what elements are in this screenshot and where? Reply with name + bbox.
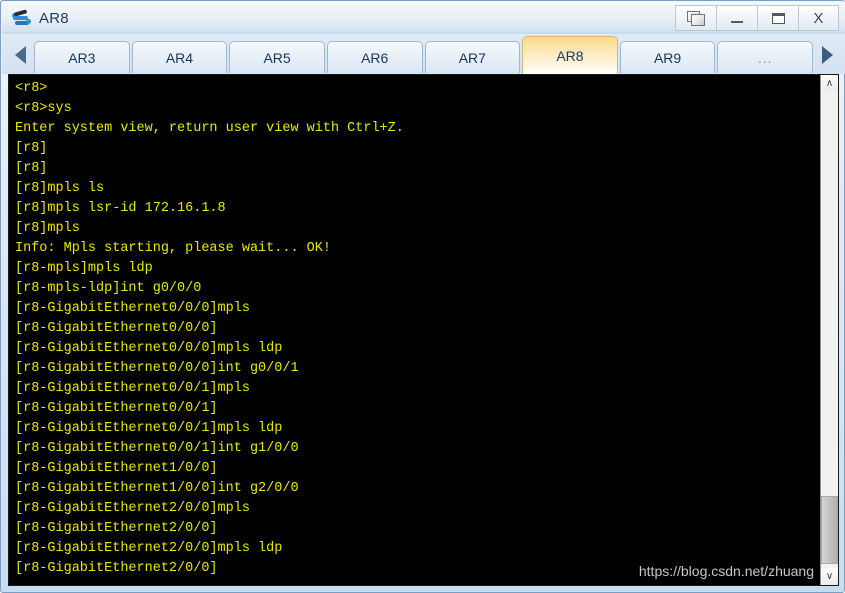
tab-label: AR4 <box>165 49 194 66</box>
terminal-line: Enter system view, return user view with… <box>15 121 404 136</box>
tab-label: AR9 <box>653 49 682 66</box>
vertical-scrollbar[interactable]: ∧ ∨ <box>820 75 838 585</box>
scroll-down-button[interactable]: ∨ <box>821 568 838 585</box>
window-title: AR8 <box>39 9 69 27</box>
terminal-line: [r8-GigabitEthernet2/0/0]mpls ldp <box>15 541 283 556</box>
watermark-text: https://blog.csdn.net/zhuang <box>638 563 814 579</box>
minimize-icon <box>731 20 743 23</box>
tab-ar7[interactable]: AR7 <box>424 41 521 73</box>
triangle-left-icon <box>14 46 26 64</box>
chevron-down-icon: ∨ <box>825 570 834 582</box>
tab-ar5[interactable]: AR5 <box>229 41 325 73</box>
terminal-line: <r8>sys <box>15 101 72 116</box>
terminal-line: [r8]mpls ls <box>15 181 105 196</box>
terminal-line: [r8] <box>15 141 48 156</box>
terminal-line: [r8]mpls <box>15 221 80 236</box>
terminal-line: [r8-GigabitEthernet2/0/0] <box>15 521 218 536</box>
terminal-line: [r8-GigabitEthernet0/0/1] <box>15 401 218 416</box>
tab-list: AR3 AR4 AR5 AR6 AR7 AR8 AR9 ... <box>34 36 813 74</box>
terminal-line: [r8-GigabitEthernet0/0/1]mpls <box>15 381 250 396</box>
cascade-icon <box>686 10 706 26</box>
scroll-up-button[interactable]: ∧ <box>821 75 838 92</box>
scrollbar-thumb[interactable] <box>821 496 838 564</box>
router-icon <box>12 8 32 28</box>
terminal-line: [r8-GigabitEthernet1/0/0]int g2/0/0 <box>15 481 299 496</box>
window-controls: X <box>675 5 839 31</box>
tab-label: AR3 <box>68 49 96 66</box>
terminal-panel: <r8> <r8>sys Enter system view, return use… <box>8 74 839 586</box>
close-button[interactable]: X <box>798 5 839 31</box>
scrollbar-track[interactable] <box>821 92 838 568</box>
tab-ar8[interactable]: AR8 <box>522 36 618 74</box>
tab-bar: AR3 AR4 AR5 AR6 AR7 AR8 AR9 ... <box>2 34 845 74</box>
tab-label: ... <box>757 49 773 66</box>
cascade-windows-button[interactable] <box>675 5 716 31</box>
tab-label: AR7 <box>458 49 486 66</box>
close-icon: X <box>813 9 824 27</box>
terminal-line: [r8-GigabitEthernet0/0/1]int g1/0/0 <box>15 441 299 456</box>
tab-ar3[interactable]: AR3 <box>34 41 130 73</box>
tab-scroll-left-button[interactable] <box>6 36 34 74</box>
terminal-line: [r8]mpls lsr-id 172.16.1.8 <box>15 201 226 216</box>
terminal-line: [r8-GigabitEthernet0/0/0]mpls <box>15 301 250 316</box>
terminal-line: <r8> <box>15 81 48 96</box>
terminal-line: [r8-GigabitEthernet0/0/1]mpls ldp <box>15 421 283 436</box>
tab-label: AR8 <box>556 47 584 64</box>
terminal-line: [r8-GigabitEthernet1/0/0] <box>15 461 218 476</box>
terminal-line: [r8-GigabitEthernet0/0/0]int g0/0/1 <box>15 361 299 376</box>
tab-more[interactable]: ... <box>717 41 813 73</box>
title-bar: AR8 X <box>2 2 845 34</box>
terminal-line: Info: Mpls starting, please wait... OK! <box>15 241 331 256</box>
tab-scroll-right-button[interactable] <box>813 36 841 74</box>
terminal-line: [r8-GigabitEthernet0/0/0]mpls ldp <box>15 341 283 356</box>
tab-ar6[interactable]: AR6 <box>326 41 423 73</box>
terminal-output[interactable]: <r8> <r8>sys Enter system view, return use… <box>9 75 820 585</box>
tab-label: AR6 <box>361 49 389 66</box>
tab-ar9[interactable]: AR9 <box>619 41 716 73</box>
terminal-line: [r8-GigabitEthernet0/0/0] <box>15 321 218 336</box>
chevron-up-icon: ∧ <box>825 77 834 89</box>
terminal-line: [r8] <box>15 161 48 176</box>
terminal-line: [r8-mpls]mpls ldp <box>15 261 153 276</box>
tab-ar4[interactable]: AR4 <box>131 41 228 73</box>
terminal-line: [r8-GigabitEthernet2/0/0]mpls <box>15 501 250 516</box>
maximize-button[interactable] <box>757 5 798 31</box>
terminal-window: AR8 X AR3 AR4 AR5 AR6 AR7 AR8 AR9 ... <r… <box>0 0 845 593</box>
maximize-icon <box>771 12 785 24</box>
triangle-right-icon <box>821 46 833 64</box>
tab-label: AR5 <box>263 49 291 66</box>
terminal-line: [r8-mpls-ldp]int g0/0/0 <box>15 281 202 296</box>
minimize-button[interactable] <box>716 5 757 31</box>
